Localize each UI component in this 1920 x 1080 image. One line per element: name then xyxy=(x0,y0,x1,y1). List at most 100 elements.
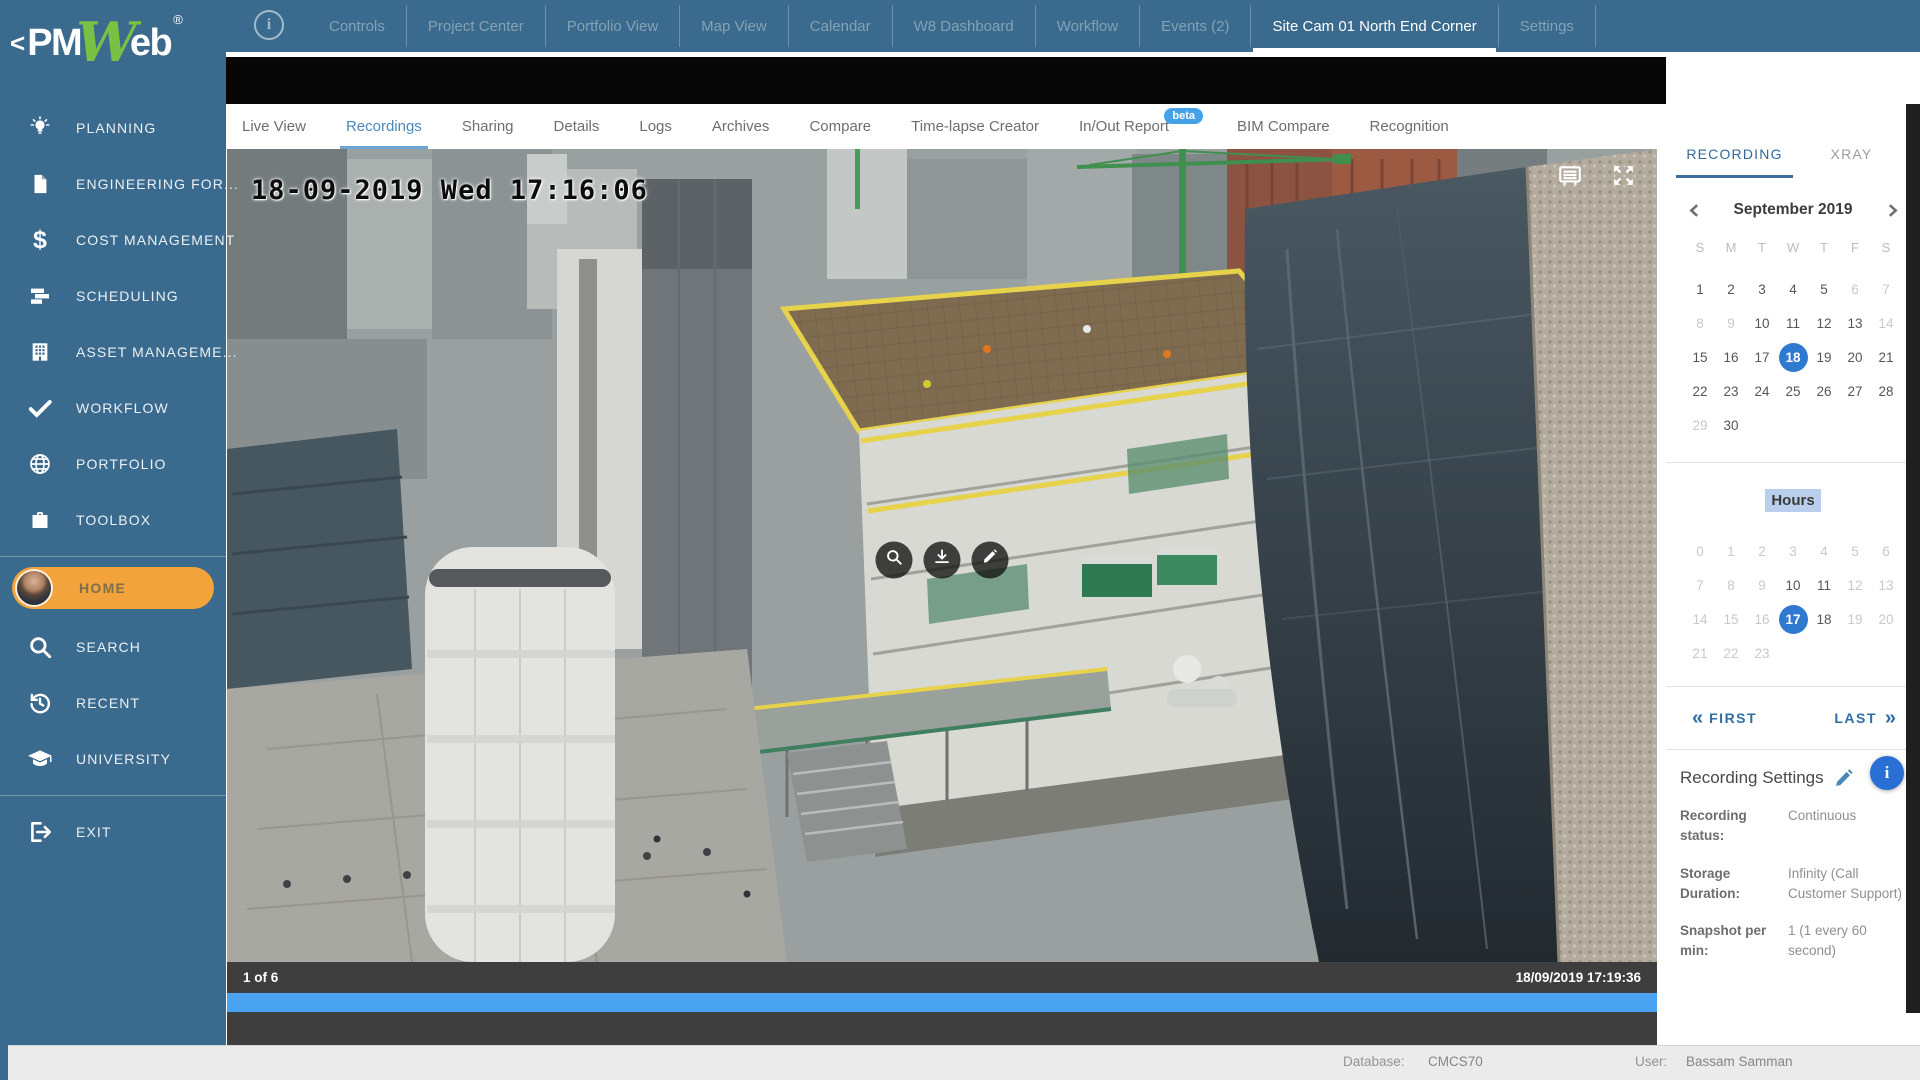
first-button[interactable]: « FIRST xyxy=(1692,708,1757,728)
nav-item-project-center[interactable]: Project Center xyxy=(407,0,545,52)
hours-grid: 01234567891011121314151617181920212223 xyxy=(1666,534,1920,670)
sidebar-item-recent[interactable]: RECENT xyxy=(0,675,226,731)
info-button[interactable]: i xyxy=(1870,756,1904,790)
calendar-day[interactable]: 25 xyxy=(1778,374,1809,408)
tab-xray[interactable]: XRAY xyxy=(1793,146,1910,178)
sidebar-item-exit[interactable]: EXIT xyxy=(0,804,226,860)
sidebar-item-label: UNIVERSITY xyxy=(76,751,171,767)
hour-cell: 23 xyxy=(1747,636,1778,670)
calendar-day[interactable]: 13 xyxy=(1840,306,1871,340)
sidebar-item-portfolio[interactable]: PORTFOLIO xyxy=(0,436,226,492)
calendar-day[interactable]: 5 xyxy=(1809,272,1840,306)
scrollbar-track[interactable] xyxy=(1906,104,1920,1013)
sidebar-item-workflow[interactable]: WORKFLOW xyxy=(0,380,226,436)
hour-cell: 14 xyxy=(1685,602,1716,636)
logo-text-w: W xyxy=(76,21,137,64)
tab-in-out-report[interactable]: In/Out Reportbeta xyxy=(1079,104,1169,149)
zoom-button[interactable] xyxy=(876,541,913,578)
weekday-label: F xyxy=(1840,230,1871,264)
hour-cell[interactable]: 10 xyxy=(1778,568,1809,602)
tab-bim-compare[interactable]: BIM Compare xyxy=(1237,104,1330,149)
nav-item-portfolio-view[interactable]: Portfolio View xyxy=(546,0,679,52)
calendar-day[interactable]: 3 xyxy=(1747,272,1778,306)
sidebar-item-planning[interactable]: PLANNING xyxy=(0,100,226,156)
info-icon[interactable]: i xyxy=(254,10,284,40)
nav-item-settings[interactable]: Settings xyxy=(1499,0,1595,52)
sidebar-item-label: SCHEDULING xyxy=(76,288,179,304)
recording-settings: Recording Settings i Recording status: C… xyxy=(1666,750,1920,962)
sidebar-item-asset-management[interactable]: ASSET MANAGEME... xyxy=(0,324,226,380)
calendar-day[interactable]: 17 xyxy=(1747,340,1778,374)
nav-item-controls[interactable]: Controls xyxy=(308,0,406,52)
sidebar-item-cost-management[interactable]: $ COST MANAGEMENT xyxy=(0,212,226,268)
calendar-day[interactable]: 24 xyxy=(1747,374,1778,408)
sidebar-item-toolbox[interactable]: TOOLBOX xyxy=(0,492,226,548)
nav-item-events[interactable]: Events (2) xyxy=(1140,0,1250,52)
tab-recognition[interactable]: Recognition xyxy=(1370,104,1449,149)
playback-progress-bar[interactable] xyxy=(227,993,1657,1012)
calendar-day[interactable]: 4 xyxy=(1778,272,1809,306)
last-button[interactable]: LAST » xyxy=(1834,708,1894,728)
edit-button[interactable] xyxy=(972,541,1009,578)
calendar-month-label: September 2019 xyxy=(1734,201,1853,219)
calendar-day[interactable]: 19 xyxy=(1809,340,1840,374)
calendar-day: 9 xyxy=(1716,306,1747,340)
hour-cell: 19 xyxy=(1840,602,1871,636)
calendar-day[interactable]: 11 xyxy=(1778,306,1809,340)
hour-cell: 15 xyxy=(1716,602,1747,636)
calendar-day[interactable]: 1 xyxy=(1685,272,1716,306)
nav-item-map-view[interactable]: Map View xyxy=(680,0,788,52)
tab-recordings[interactable]: Recordings xyxy=(346,104,422,149)
calendar-day[interactable]: 20 xyxy=(1840,340,1871,374)
calendar-day[interactable]: 21 xyxy=(1871,340,1902,374)
download-button[interactable] xyxy=(924,541,961,578)
calendar-day[interactable]: 30 xyxy=(1716,408,1747,442)
calendar-day[interactable]: 15 xyxy=(1685,340,1716,374)
tab-details[interactable]: Details xyxy=(554,104,600,149)
hour-cell: 4 xyxy=(1809,534,1840,568)
hour-cell[interactable]: 17 xyxy=(1778,602,1809,636)
sidebar-collapse-icon[interactable]: < xyxy=(10,28,25,59)
sidebar-item-search[interactable]: SEARCH xyxy=(0,619,226,675)
database-label: Database: xyxy=(1343,1054,1405,1069)
chevron-right-icon[interactable] xyxy=(1880,198,1904,222)
hour-cell: 21 xyxy=(1685,636,1716,670)
tab-logs[interactable]: Logs xyxy=(639,104,672,149)
sidebar-item-scheduling[interactable]: SCHEDULING xyxy=(0,268,226,324)
calendar-day[interactable]: 2 xyxy=(1716,272,1747,306)
calendar-day[interactable]: 10 xyxy=(1747,306,1778,340)
logo-text-pm: PM xyxy=(27,22,81,65)
tab-sharing[interactable]: Sharing xyxy=(462,104,514,149)
hour-cell: 3 xyxy=(1778,534,1809,568)
chevron-left-icon[interactable] xyxy=(1682,198,1706,222)
nav-item-workflow[interactable]: Workflow xyxy=(1036,0,1139,52)
hour-cell: 8 xyxy=(1716,568,1747,602)
calendar-day[interactable]: 16 xyxy=(1716,340,1747,374)
hour-cell: 9 xyxy=(1747,568,1778,602)
sidebar-item-engineering-forms[interactable]: ENGINEERING FOR... xyxy=(0,156,226,212)
calendar-day[interactable]: 28 xyxy=(1871,374,1902,408)
calendar-day[interactable]: 18 xyxy=(1778,340,1809,374)
tab-compare[interactable]: Compare xyxy=(809,104,871,149)
hour-cell[interactable]: 11 xyxy=(1809,568,1840,602)
tab-time-lapse-creator[interactable]: Time-lapse Creator xyxy=(911,104,1039,149)
frame-action-buttons xyxy=(876,541,1009,578)
edit-icon xyxy=(981,548,999,571)
nav-item-calendar[interactable]: Calendar xyxy=(789,0,892,52)
tab-recording[interactable]: RECORDING xyxy=(1676,146,1793,178)
nav-item-w8-dashboard[interactable]: W8 Dashboard xyxy=(893,0,1035,52)
nav-item-site-cam[interactable]: Site Cam 01 North End Corner xyxy=(1251,0,1497,52)
edit-settings-icon[interactable] xyxy=(1834,768,1854,788)
tab-archives[interactable]: Archives xyxy=(712,104,770,149)
hour-cell[interactable]: 18 xyxy=(1809,602,1840,636)
sidebar-item-university[interactable]: UNIVERSITY xyxy=(0,731,226,787)
sidebar-item-home[interactable]: HOME xyxy=(12,567,214,609)
calendar-day[interactable]: 26 xyxy=(1809,374,1840,408)
theater-mode-icon[interactable] xyxy=(1557,163,1583,189)
calendar-day[interactable]: 23 xyxy=(1716,374,1747,408)
calendar-day[interactable]: 27 xyxy=(1840,374,1871,408)
calendar-day[interactable]: 12 xyxy=(1809,306,1840,340)
fullscreen-icon[interactable] xyxy=(1611,163,1637,189)
tab-live-view[interactable]: Live View xyxy=(242,104,306,149)
calendar-day[interactable]: 22 xyxy=(1685,374,1716,408)
